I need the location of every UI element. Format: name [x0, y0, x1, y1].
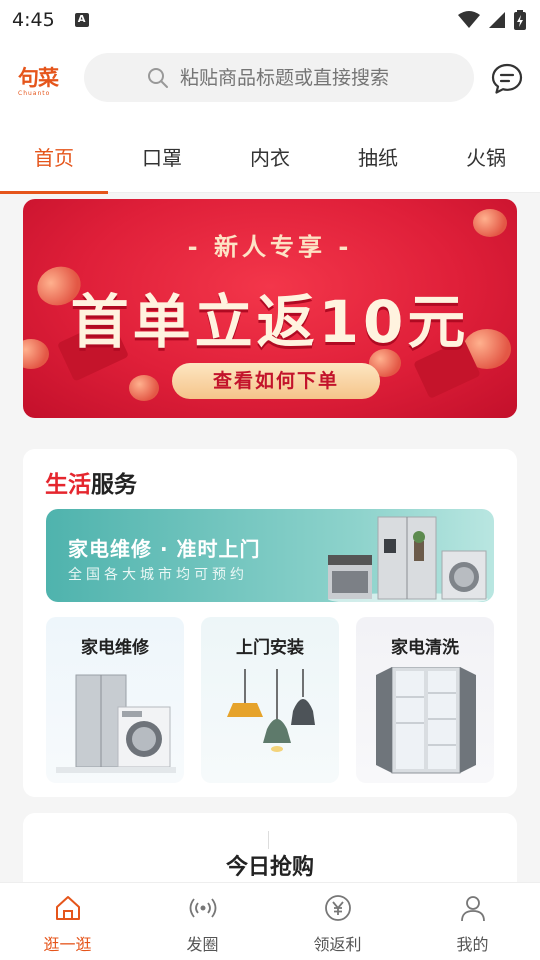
tab-hotpot[interactable]: 火锅	[432, 120, 540, 193]
app-root: 4:45 A 句菜 Chuanto 首页 口罩 内衣 抽	[0, 0, 540, 960]
tab-masks[interactable]: 口罩	[108, 120, 216, 193]
service-card-repair[interactable]: 家电维修	[46, 617, 184, 783]
appliance-repair-banner[interactable]: 家电维修 · 准时上门 全国各大城市均可预约	[46, 509, 494, 602]
yuan-coin-icon	[324, 895, 351, 921]
pendant-lamps-illustration	[227, 669, 315, 752]
banner-headline: 首单立返10元	[70, 288, 470, 356]
life-service-card: 生活服务 家电维修 · 准时上门 全国各大城市均可预约 家电维修 上门安装 家电…	[23, 449, 517, 797]
tab-label: 首页	[34, 146, 74, 170]
service-card-label: 上门安装	[236, 638, 304, 658]
app-logo[interactable]: 句菜 Chuanto	[18, 62, 68, 97]
promo-banner[interactable]: - 新人专享 - 首单立返10元 查看如何下单	[23, 199, 517, 418]
bottom-navigation: 逛一逛 发圈 领返利 我的	[0, 882, 540, 960]
notification-a-icon: A	[74, 13, 89, 27]
nav-label: 逛一逛	[43, 935, 92, 954]
service-card-label: 家电清洗	[391, 638, 459, 658]
nav-browse[interactable]: 逛一逛	[0, 883, 135, 960]
category-tabs: 首页 口罩 内衣 抽纸 火锅	[0, 120, 540, 194]
service-card-cleaning[interactable]: 家电清洗	[356, 617, 494, 783]
title-black-part: 服务	[91, 472, 137, 498]
nav-profile[interactable]: 我的	[405, 883, 540, 960]
tab-label: 口罩	[142, 146, 182, 170]
nav-rebate[interactable]: 领返利	[270, 883, 405, 960]
service-card-install[interactable]: 上门安装	[201, 617, 339, 783]
tab-label: 内衣	[250, 146, 290, 170]
wide-card-title: 家电维修 · 准时上门	[68, 537, 261, 561]
nav-label: 发圈	[186, 935, 219, 954]
chat-bubble-icon[interactable]	[490, 62, 524, 96]
logo-mark: 句菜	[18, 66, 59, 90]
broadcast-icon	[189, 898, 216, 918]
signal-icon	[489, 12, 505, 28]
nav-moments[interactable]: 发圈	[135, 883, 270, 960]
home-icon	[55, 896, 80, 920]
nav-label: 领返利	[313, 935, 362, 954]
open-fridge-illustration	[376, 667, 476, 774]
fridge-washer-illustration	[56, 674, 176, 773]
wifi-icon	[458, 11, 480, 28]
app-header: 句菜 Chuanto	[0, 40, 540, 120]
status-time: 4:45	[12, 9, 55, 31]
coin-decoration	[129, 375, 159, 401]
search-bar[interactable]	[84, 53, 474, 102]
status-bar: 4:45 A	[0, 0, 540, 40]
battery-icon	[514, 10, 526, 30]
banner-tag: - 新人专享 -	[187, 233, 353, 261]
service-card-row: 家电维修 上门安装 家电清洗	[46, 617, 494, 783]
service-card-label: 家电维修	[81, 638, 149, 658]
title-red-part: 生活	[45, 472, 91, 498]
appliances-illustration	[328, 516, 488, 602]
search-icon	[148, 68, 168, 88]
wide-card-subtitle: 全国各大城市均可预约	[68, 567, 248, 583]
tab-label: 火锅	[466, 146, 506, 170]
today-title: 今日抢购	[225, 855, 314, 880]
user-icon	[460, 896, 485, 922]
tab-underwear[interactable]: 内衣	[216, 120, 324, 193]
divider	[268, 831, 269, 849]
nav-label: 我的	[456, 935, 489, 954]
search-input[interactable]	[148, 66, 474, 89]
tab-label: 抽纸	[358, 146, 398, 170]
section-title: 生活服务	[45, 465, 137, 499]
logo-subtitle: Chuanto	[18, 90, 51, 97]
tab-home[interactable]: 首页	[0, 120, 108, 194]
tab-tissue[interactable]: 抽纸	[324, 120, 432, 193]
tab-active-indicator	[0, 191, 108, 194]
banner-cta-button[interactable]: 查看如何下单	[172, 363, 380, 399]
